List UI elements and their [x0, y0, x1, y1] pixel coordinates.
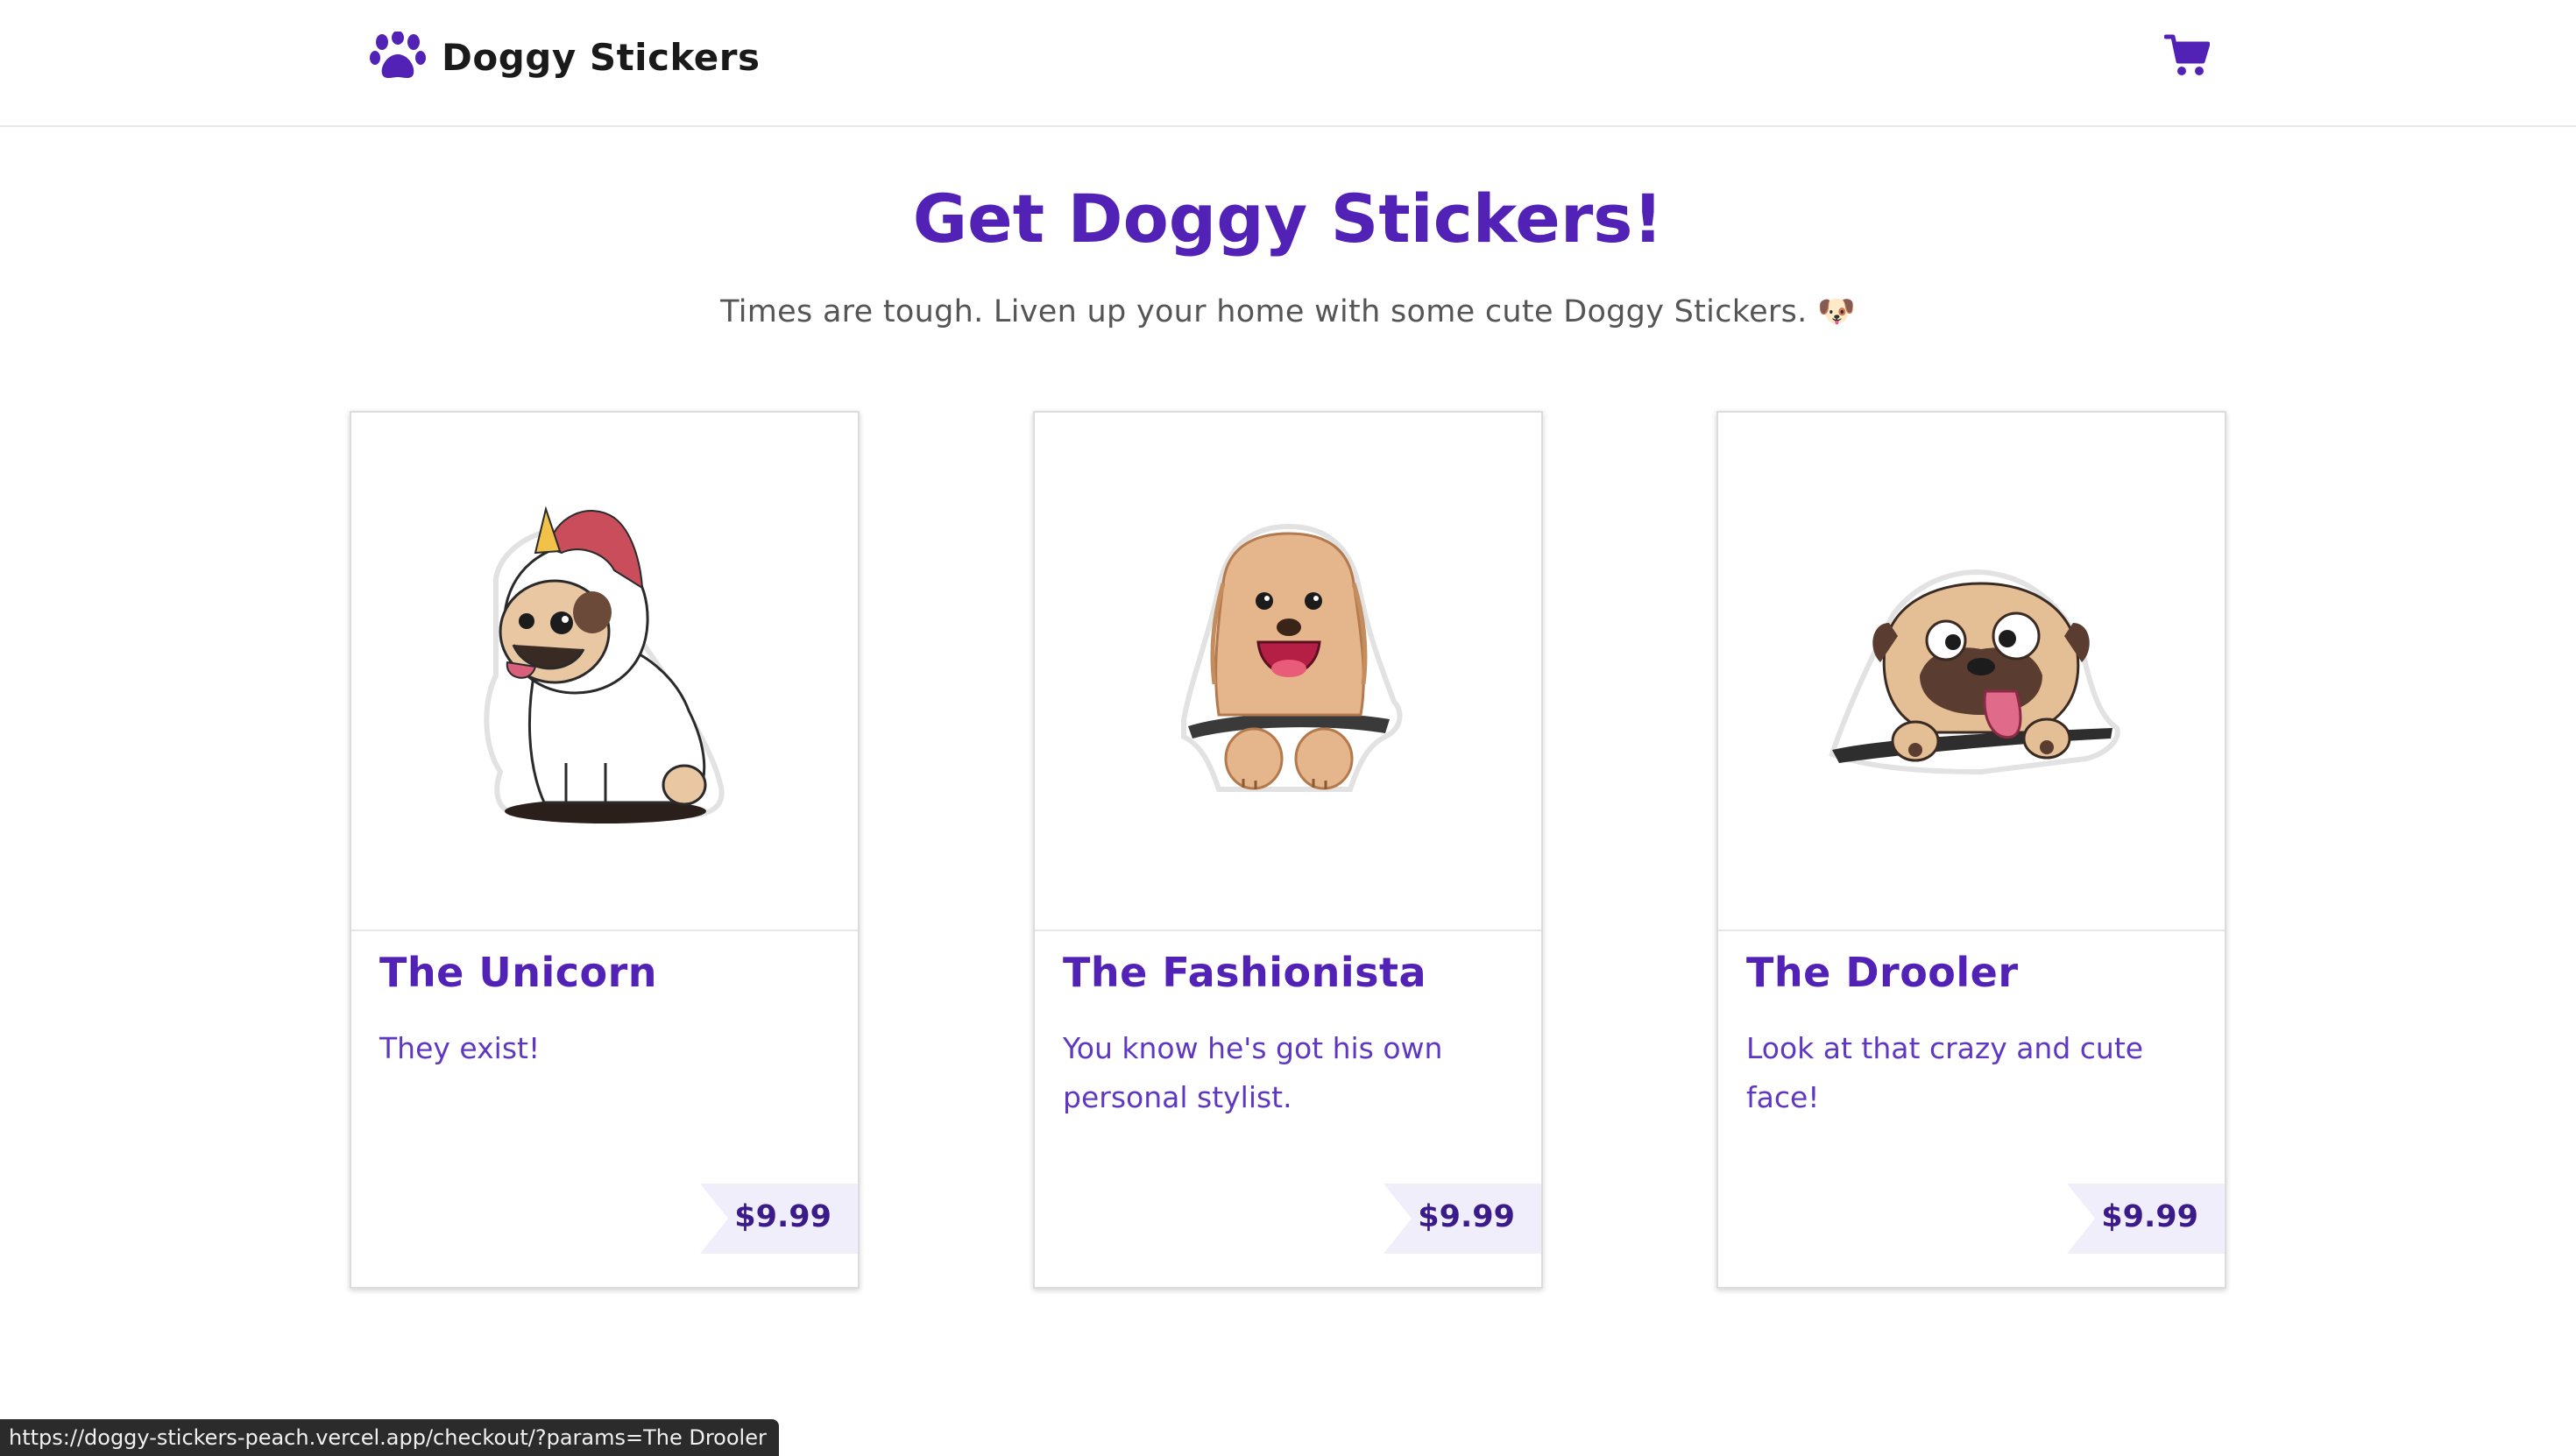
- product-image-area: [1718, 413, 2225, 931]
- product-title: The Drooler: [1746, 949, 2019, 996]
- fluffy-dog-sticker: [1181, 523, 1403, 792]
- page-title: Get Doggy Stickers!: [912, 180, 1664, 258]
- product-price: $9.99: [734, 1199, 832, 1234]
- drooling-pug-sticker: [1829, 569, 2120, 775]
- page-subtitle: Times are tough. Liven up your home with…: [720, 294, 1856, 329]
- price-tag: $9.99: [1384, 1184, 1541, 1254]
- product-description: You know he's got his own personal styli…: [1063, 1031, 1443, 1114]
- product-card-unicorn[interactable]: The Unicorn They exist! $9.99: [350, 411, 860, 1289]
- product-card-fashionista[interactable]: The Fashionista You know he's got his ow…: [1033, 411, 1543, 1289]
- cart-button[interactable]: [2163, 33, 2211, 77]
- product-description: They exist!: [379, 1031, 541, 1065]
- unicorn-pug-sticker: [484, 505, 725, 823]
- cart-icon: [2163, 34, 2211, 75]
- product-description: Look at that crazy and cute face!: [1746, 1031, 2144, 1114]
- site-header: Doggy Stickers: [0, 0, 2576, 127]
- product-card-drooler[interactable]: The Drooler Look at that crazy and cute …: [1716, 411, 2226, 1289]
- product-image-area: [1035, 413, 1541, 931]
- brand-link[interactable]: Doggy Stickers: [370, 26, 760, 88]
- paw-icon: [370, 32, 426, 78]
- product-image-area: [351, 413, 858, 931]
- product-price: $9.99: [1418, 1199, 1515, 1234]
- browser-status-url: https://doggy-stickers-peach.vercel.app/…: [0, 1419, 779, 1456]
- price-tag: $9.99: [2067, 1184, 2225, 1254]
- product-title: The Fashionista: [1063, 949, 1427, 996]
- price-tag: $9.99: [700, 1184, 858, 1254]
- product-title: The Unicorn: [379, 949, 658, 996]
- product-price: $9.99: [2101, 1199, 2198, 1234]
- brand-name: Doggy Stickers: [442, 35, 761, 79]
- page: Doggy Stickers Get Doggy Stickers! Times…: [0, 0, 2576, 1456]
